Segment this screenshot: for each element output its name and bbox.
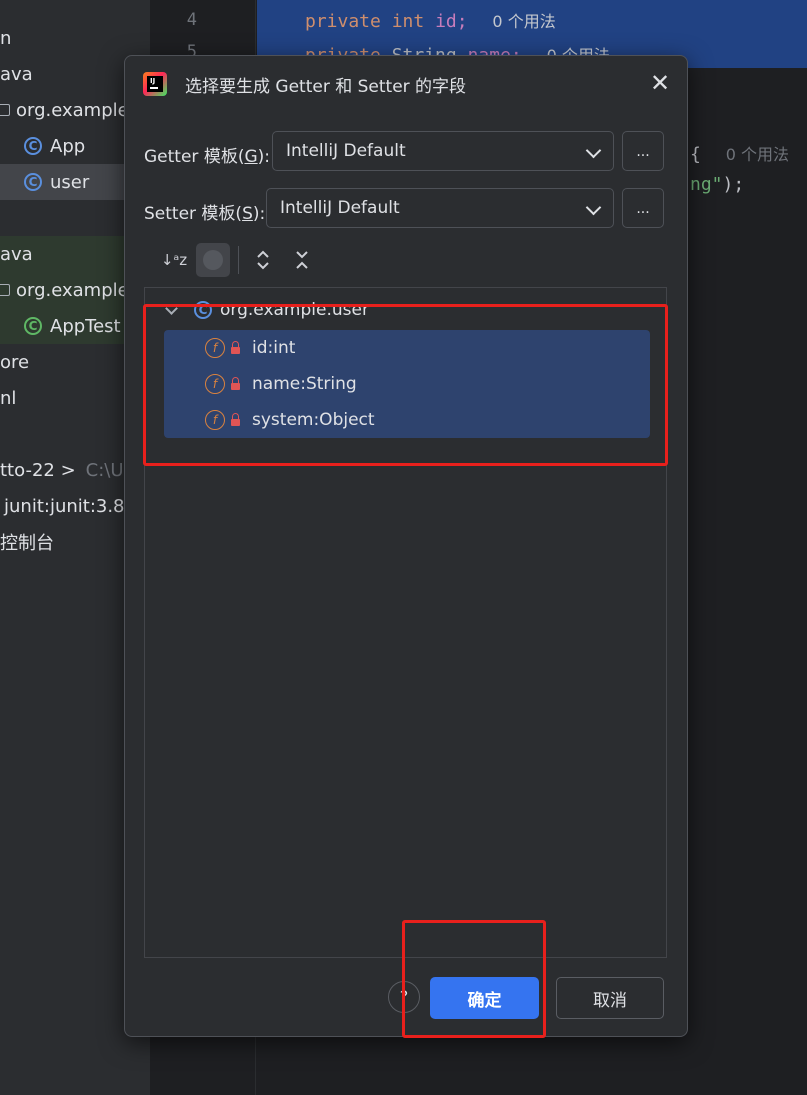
- string-literal: ng": [690, 174, 723, 195]
- class-icon: C: [24, 137, 42, 155]
- collapse-all-icon[interactable]: [285, 243, 319, 277]
- tree-item-label: AppTest: [50, 315, 121, 337]
- tree-item-label: App: [50, 135, 86, 157]
- show-inherited-toggle[interactable]: [196, 243, 230, 277]
- setter-template-more-button[interactable]: ...: [622, 188, 664, 228]
- toolbar-separator: [238, 246, 239, 274]
- tree-item-label: nl: [0, 387, 17, 409]
- class-icon: C: [24, 173, 42, 191]
- setter-template-value: IntelliJ Default: [280, 198, 400, 218]
- setter-template-select[interactable]: IntelliJ Default: [266, 188, 614, 228]
- code-line-right[interactable]: { 0 个用法: [690, 141, 789, 165]
- brace: {: [690, 144, 701, 165]
- field-item[interactable]: f system:Object: [205, 402, 375, 438]
- ok-button[interactable]: 确定: [430, 977, 539, 1019]
- field-item[interactable]: f id:int: [205, 330, 295, 366]
- keyword: private: [305, 11, 381, 32]
- code-line-4[interactable]: private int id; 0 个用法: [305, 8, 556, 32]
- class-icon: C: [194, 301, 212, 319]
- field-label: name:String: [252, 374, 357, 394]
- getter-template-more-button[interactable]: ...: [622, 131, 664, 171]
- tree-item-label: org.example: [16, 279, 129, 301]
- tree-item-label: ava: [0, 63, 33, 85]
- tree-root-label: org.example.user: [220, 300, 369, 320]
- chevron-down-icon[interactable]: [165, 301, 178, 315]
- line-number: 4: [186, 10, 197, 30]
- intellij-logo-icon: IJ: [143, 72, 167, 96]
- tree-item-label: 控制台: [0, 533, 54, 554]
- help-button[interactable]: ?: [388, 981, 420, 1013]
- lock-icon: [231, 413, 240, 426]
- getter-template-select[interactable]: IntelliJ Default: [272, 131, 614, 171]
- field-item[interactable]: f name:String: [205, 366, 357, 402]
- setter-template-label: Setter 模板(S):: [144, 204, 266, 224]
- usage-hint[interactable]: 0 个用法: [492, 12, 555, 31]
- test-class-icon: C: [24, 317, 42, 335]
- package-folder-icon: [0, 284, 10, 296]
- field-icon: f: [205, 410, 225, 430]
- toggle-icon: [203, 250, 223, 270]
- close-icon[interactable]: ✕: [647, 70, 673, 96]
- tree-item[interactable]: n: [0, 20, 150, 56]
- getter-template-label: Getter 模板(G):: [144, 147, 271, 167]
- field-icon: f: [205, 338, 225, 358]
- tree-item-label: ava: [0, 243, 33, 265]
- cancel-button[interactable]: 取消: [556, 977, 664, 1019]
- field-tree: C org.example.user f id:int f name:Strin…: [144, 287, 667, 958]
- field-icon: f: [205, 374, 225, 394]
- tree-item-label: ore: [0, 351, 30, 373]
- tree-item-label: tto-22 >: [0, 459, 76, 481]
- tree-item-label: org.example: [16, 99, 129, 121]
- lock-icon: [231, 377, 240, 390]
- usage-hint[interactable]: 0 个用法: [726, 145, 789, 164]
- tree-root-class[interactable]: C org.example.user: [165, 296, 369, 324]
- tree-item-label: n: [0, 27, 12, 49]
- sort-alphabetically-icon[interactable]: ↓ᵃz: [157, 243, 191, 277]
- expand-all-icon[interactable]: [246, 243, 280, 277]
- code-punct: );: [722, 174, 745, 195]
- chevron-down-icon: [585, 199, 602, 216]
- generate-getter-setter-dialog: IJ 选择要生成 Getter 和 Setter 的字段 ✕ Getter 模板…: [124, 55, 688, 1037]
- lock-icon: [231, 341, 240, 354]
- code-line-right[interactable]: ng");: [690, 174, 744, 195]
- tree-item-label: junit:junit:3.8.1: [4, 495, 142, 517]
- dialog-title: 选择要生成 Getter 和 Setter 的字段: [185, 77, 467, 97]
- tree-item-label: user: [50, 171, 90, 193]
- field-label: id:int: [252, 338, 296, 358]
- field-name: id;: [435, 11, 468, 32]
- keyword: int: [391, 11, 425, 32]
- field-label: system:Object: [252, 410, 375, 430]
- getter-template-value: IntelliJ Default: [286, 141, 406, 161]
- package-folder-icon: [0, 104, 10, 116]
- chevron-down-icon: [585, 142, 602, 159]
